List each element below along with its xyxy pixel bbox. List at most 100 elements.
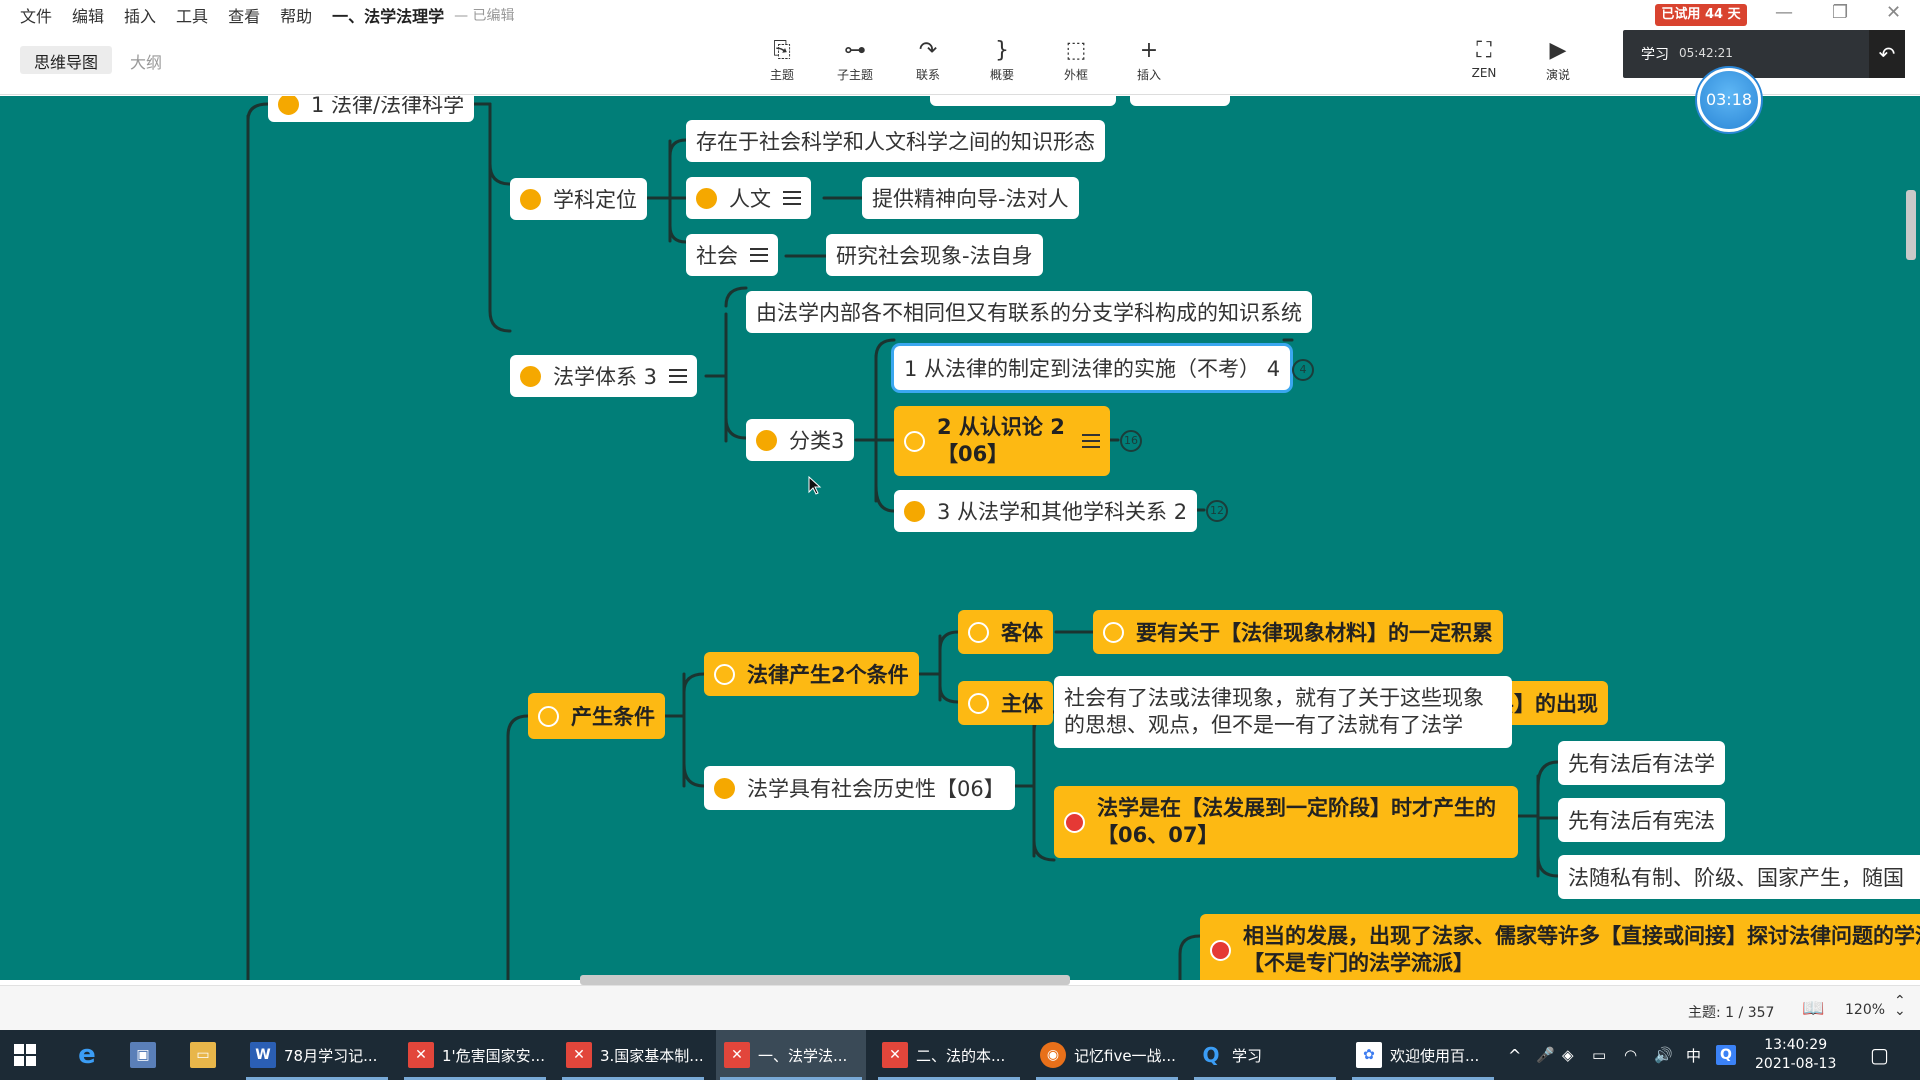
horizontal-scrollbar[interactable] <box>580 975 1070 985</box>
mindmap-node[interactable]: 法律产生2个条件 <box>704 652 919 696</box>
taskbar-window[interactable]: ✕ 二、法的本... <box>874 1030 1024 1080</box>
bullet-dot <box>1210 939 1231 961</box>
mindmap-node[interactable]: 学科定位 <box>510 178 647 220</box>
system-clock[interactable]: 13:40:29 2021-08-13 <box>1755 1036 1836 1074</box>
taskbar-window[interactable]: ✿ 欢迎使用百... <box>1348 1030 1498 1080</box>
battery-icon[interactable]: ▭ <box>1592 1030 1606 1080</box>
mindmap-node[interactable]: 产生条件 <box>528 693 665 739</box>
timer-elapsed: 05:42:21 <box>1679 46 1733 60</box>
summary-button[interactable]: } 概要 <box>970 36 1034 83</box>
topic-button[interactable]: ⎘ 主题 <box>750 36 814 83</box>
mindmap-node[interactable]: 存在于社会科学和人文科学之间的知识形态 <box>686 120 1105 162</box>
collapsed-count-badge[interactable]: 16 <box>1120 430 1142 452</box>
relation-button[interactable]: ↷ 联系 <box>896 36 960 83</box>
volume-icon[interactable]: 🔊 <box>1654 1030 1673 1080</box>
taskbar: e ▣ ▭ W 78月学习记... ✕ 1'危害国家安... ✕ 3.国家基本制...… <box>0 1030 1920 1080</box>
app-icon[interactable]: ▣ <box>130 1030 164 1080</box>
document-title: 一、法学法理学 <box>332 7 445 26</box>
bullet-dot <box>968 621 989 643</box>
taskbar-window[interactable]: ◉ 记忆five一战... <box>1032 1030 1182 1080</box>
bullet-dot <box>904 500 925 522</box>
note-icon[interactable] <box>750 244 768 266</box>
notification-icon[interactable]: ▢ <box>1870 1030 1889 1080</box>
taskbar-window[interactable]: ✕ 1'危害国家安... <box>400 1030 550 1080</box>
menu-tools[interactable]: 工具 <box>176 3 208 27</box>
ime-indicator[interactable]: 中 <box>1686 1030 1701 1080</box>
wifi-icon[interactable]: ◠ <box>1624 1030 1637 1080</box>
mindmap-node[interactable]: 客体 <box>958 610 1053 654</box>
taskbar-window-active[interactable]: ✕ 一、法学法... <box>716 1030 866 1080</box>
restore-icon[interactable]: ❐ <box>1832 2 1848 23</box>
collapsed-count-badge[interactable]: 12 <box>1206 500 1228 522</box>
mindmap-node[interactable]: 提供精神向导-法对人 <box>862 177 1079 219</box>
close-icon[interactable]: ✕ <box>1886 2 1901 23</box>
mindmap-node[interactable]: 主体 <box>958 681 1053 725</box>
menu-help[interactable]: 帮助 <box>280 3 312 27</box>
tab-outline[interactable]: 大纲 <box>116 46 176 74</box>
note-icon[interactable] <box>1082 430 1100 452</box>
mindmap-node[interactable]: 法学体系 3 <box>510 355 698 397</box>
bullet-dot <box>968 692 989 714</box>
mindmap-node[interactable]: 要有关于【法律现象材料】的一定积累 <box>1093 610 1503 654</box>
windows-start-icon[interactable] <box>14 1030 50 1080</box>
mindmap-node[interactable]: 人文 <box>686 177 811 219</box>
note-icon[interactable] <box>669 365 688 387</box>
minimize-icon[interactable]: — <box>1775 2 1793 23</box>
mindmap-node[interactable]: 先有法后有法学 <box>1558 741 1725 785</box>
bullet-dot <box>714 777 735 799</box>
plus-icon: + <box>1139 38 1159 63</box>
relation-icon: ↷ <box>918 38 938 63</box>
tab-mindmap[interactable]: 思维导图 <box>20 46 113 74</box>
mic-icon[interactable]: 🎤 <box>1536 1030 1555 1080</box>
mindmap-node[interactable]: 2 从认识论 2 【06】 <box>894 406 1110 476</box>
ie-icon[interactable]: e <box>74 1030 108 1080</box>
topic-icon: ⎘ <box>773 38 791 63</box>
zoom-level[interactable]: 120% <box>1845 1002 1885 1018</box>
mindmap-node[interactable]: 法学具有社会历史性【06】 <box>704 766 1015 810</box>
mindmap-node[interactable]: 相当的发展，出现了法家、儒家等许多【直接或间接】探讨法律问题的学派-【不是专门的… <box>1200 914 1920 980</box>
taskbar-window[interactable]: Q 学习 <box>1190 1030 1340 1080</box>
mindmap-node-stub[interactable] <box>930 96 1116 106</box>
word-icon: W <box>250 1042 276 1068</box>
menu-file[interactable]: 文件 <box>20 3 52 27</box>
book-icon[interactable]: 📖 <box>1802 998 1824 1019</box>
menu-view[interactable]: 查看 <box>228 3 260 27</box>
xmind-icon: ✕ <box>566 1042 592 1068</box>
mindmap-node[interactable]: 社会有了法或法律现象，就有了关于这些现象的思想、观点，但不是一有了法就有了法学 <box>1054 676 1512 748</box>
taskbar-window[interactable]: W 78月学习记... <box>242 1030 392 1080</box>
mindmap-node[interactable]: 分类3 <box>746 419 855 461</box>
mindmap-node[interactable]: 1 法律/法律科学 <box>268 96 475 122</box>
collapsed-count-badge[interactable]: 4 <box>1292 359 1314 381</box>
zen-button[interactable]: ⛶ ZEN <box>1452 36 1516 80</box>
boundary-button[interactable]: ⬚ 外框 <box>1044 36 1108 83</box>
mindmap-node[interactable]: 由法学内部各不相同但又有联系的分支学科构成的知识系统 <box>746 291 1312 333</box>
mindmap-node[interactable]: 先有法后有宪法 <box>1558 798 1725 842</box>
subtopic-button[interactable]: ⊶ 子主题 <box>823 36 887 83</box>
mindmap-node[interactable]: 3 从法学和其他学科关系 2 <box>894 490 1198 532</box>
vertical-scrollbar[interactable] <box>1906 190 1916 260</box>
boundary-icon: ⬚ <box>1065 38 1087 63</box>
countdown-bubble[interactable]: 03:18 <box>1697 68 1761 132</box>
mindmap-node-selected[interactable]: 1 从法律的制定到法律的实施（不考） 4 <box>894 346 1291 390</box>
mindmap-node[interactable]: 研究社会现象-法自身 <box>826 234 1043 276</box>
tray-chevron-icon[interactable]: ^ <box>1508 1030 1521 1080</box>
mindmap-canvas[interactable]: 1 法律/法律科学 学科定位 存在于社会科学和人文科学之间的知识形态 人文 提供… <box>0 96 1920 980</box>
tray-q-icon[interactable]: Q <box>1716 1030 1744 1080</box>
mindmap-node[interactable]: 法学是在【法发展到一定阶段】时才产生的【06、07】 <box>1054 786 1518 858</box>
subtopic-icon: ⊶ <box>844 38 866 63</box>
folder-icon[interactable]: ▭ <box>190 1030 224 1080</box>
mindmap-node[interactable]: 法随私有制、阶级、国家产生，随国 <box>1558 855 1920 899</box>
zoom-stepper-icon[interactable]: ⌃ ⌄ <box>1894 994 1906 1018</box>
note-icon[interactable] <box>783 187 801 209</box>
mindmap-node[interactable]: 社会 <box>686 234 778 276</box>
menu-insert[interactable]: 插入 <box>124 3 156 27</box>
taskbar-window[interactable]: ✕ 3.国家基本制... <box>558 1030 708 1080</box>
tray-app-icon[interactable]: ◈ <box>1562 1030 1574 1080</box>
present-button[interactable]: ▶ 演说 <box>1526 36 1590 83</box>
insert-button[interactable]: + 插入 <box>1117 36 1181 83</box>
menu-edit[interactable]: 编辑 <box>72 3 104 27</box>
topic-count: 主题: 1 / 357 <box>1688 1005 1775 1021</box>
trial-badge[interactable]: 已试用 44 天 <box>1655 4 1747 26</box>
mindmap-node-stub[interactable] <box>1130 96 1230 106</box>
undo-icon[interactable]: ↶ <box>1869 30 1905 78</box>
